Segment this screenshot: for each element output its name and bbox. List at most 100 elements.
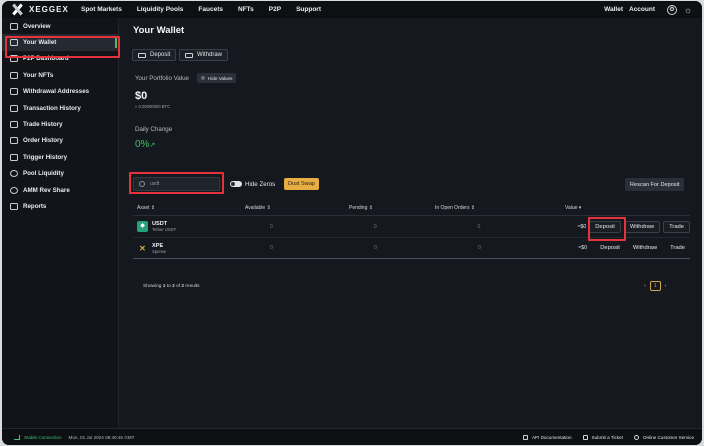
wallet-icon bbox=[10, 39, 18, 47]
sidebar-item-label: AMM Rev Share bbox=[23, 186, 70, 194]
sidebar-item-trigger-history[interactable]: Trigger History bbox=[2, 149, 118, 165]
nav-account[interactable]: Account bbox=[629, 6, 655, 13]
header-pending[interactable]: Pending ⇕ bbox=[349, 205, 373, 211]
sidebar-item-withdrawal-addresses[interactable]: Withdrawal Addresses bbox=[2, 84, 118, 100]
xeggex-logo-icon bbox=[11, 4, 24, 15]
pending-cell: 0 bbox=[374, 245, 377, 251]
next-page-icon[interactable]: › bbox=[665, 283, 667, 289]
sidebar-item-amm-rev-share[interactable]: AMM Rev Share bbox=[2, 182, 118, 198]
customer-service-label: Online Customer Service bbox=[642, 434, 694, 440]
address-book-icon bbox=[10, 88, 18, 96]
customer-service-link[interactable]: Online Customer Service bbox=[633, 434, 694, 440]
sidebar-item-label: Overview bbox=[23, 22, 51, 30]
deposit-icon bbox=[138, 52, 146, 58]
nav-wallet[interactable]: Wallet bbox=[604, 6, 623, 13]
portfolio-value-label: Your Portfolio Value bbox=[135, 75, 190, 82]
sidebar-item-order-history[interactable]: Order History bbox=[2, 133, 118, 149]
top-right-menu: Wallet Account ⚙ ☼ bbox=[604, 4, 693, 15]
nft-icon bbox=[10, 71, 18, 79]
nav-support[interactable]: Support bbox=[296, 6, 321, 13]
sidebar-item-your-nfts[interactable]: Your NFTs bbox=[2, 67, 118, 83]
settings-gear-icon[interactable]: ⚙ bbox=[667, 4, 677, 15]
row-trade-button[interactable]: Trade bbox=[663, 220, 690, 233]
theme-sun-icon[interactable]: ☼ bbox=[683, 5, 693, 15]
hide-values-label: Hide Values bbox=[208, 75, 233, 81]
row-deposit-button[interactable]: Deposit bbox=[595, 242, 625, 254]
code-icon bbox=[522, 434, 528, 440]
deposit-button[interactable]: Deposit bbox=[132, 49, 177, 61]
connection-label: Stable Connection bbox=[24, 434, 62, 440]
showing-prefix: Showing bbox=[143, 284, 163, 289]
asset-name: Xpense bbox=[152, 248, 167, 254]
hide-values-button[interactable]: ◎ Hide Values bbox=[197, 73, 237, 83]
sidebar-item-trade-history[interactable]: Trade History bbox=[2, 116, 118, 132]
sidebar-item-your-wallet[interactable]: Your Wallet bbox=[2, 34, 118, 51]
header-in-open-orders[interactable]: In Open Orders ⇕ bbox=[435, 205, 475, 211]
pool-icon bbox=[10, 170, 18, 178]
sidebar-item-label: Order History bbox=[23, 137, 63, 145]
hide-zeros-toggle[interactable] bbox=[230, 181, 242, 187]
sidebar-item-reports[interactable]: Reports bbox=[2, 198, 118, 214]
sidebar-item-label: Reports bbox=[23, 202, 47, 210]
daily-change-label: Daily Change bbox=[135, 126, 173, 133]
sidebar: Overview Your Wallet P2P Dashboard Your … bbox=[2, 18, 119, 428]
pending-cell: 0 bbox=[373, 223, 377, 230]
asset-search-field[interactable] bbox=[133, 177, 220, 191]
nav-p2p[interactable]: P2P bbox=[269, 6, 281, 13]
showing-results-word: results bbox=[184, 284, 200, 289]
api-docs-label: API Documentation bbox=[531, 434, 572, 440]
asset-cell: ◆ USDT Tether USDT bbox=[133, 221, 245, 232]
p2p-icon bbox=[10, 55, 18, 63]
daily-change-value: 0%↗ bbox=[135, 139, 155, 150]
signal-icon bbox=[14, 434, 20, 440]
header-available[interactable]: Available ⇕ bbox=[245, 205, 271, 211]
api-documentation-link[interactable]: API Documentation bbox=[522, 434, 572, 440]
sidebar-item-pool-liquidity[interactable]: Pool Liquidity bbox=[2, 166, 118, 182]
current-page-button[interactable]: 1 bbox=[649, 281, 661, 291]
sidebar-item-label: Withdrawal Addresses bbox=[23, 88, 90, 96]
nav-liquidity-pools[interactable]: Liquidity Pools bbox=[137, 6, 184, 13]
usdt-coin-icon: ◆ bbox=[137, 221, 148, 232]
sidebar-item-label: P2P Dashboard bbox=[23, 55, 69, 63]
header-value[interactable]: Value ▾ bbox=[565, 205, 581, 211]
nav-faucets[interactable]: Faucets bbox=[198, 6, 223, 13]
available-cell: 0 bbox=[269, 223, 273, 230]
prev-page-icon[interactable]: ‹ bbox=[644, 283, 646, 289]
sidebar-item-label: Pool Liquidity bbox=[23, 170, 64, 178]
rescan-for-deposit-button[interactable]: Rescan For Deposit bbox=[625, 178, 685, 191]
available-cell: 0 bbox=[270, 245, 273, 251]
sidebar-item-transaction-history[interactable]: Transaction History bbox=[2, 100, 118, 116]
row-deposit-button[interactable]: Deposit bbox=[589, 220, 621, 233]
main-content: Your Wallet Deposit Withdraw Your Portfo… bbox=[120, 18, 702, 428]
withdraw-icon bbox=[185, 52, 193, 58]
ticket-icon bbox=[582, 434, 588, 440]
dust-swap-button[interactable]: Dust Swap bbox=[284, 178, 320, 190]
trend-up-icon: ↗ bbox=[149, 142, 156, 149]
submit-ticket-label: Submit a Ticket bbox=[591, 434, 623, 440]
xpe-coin-icon: ✕ bbox=[139, 243, 146, 253]
asset-name: Tether USDT bbox=[152, 227, 177, 232]
submit-ticket-link[interactable]: Submit a Ticket bbox=[582, 434, 623, 440]
status-links: API Documentation Submit a Ticket Online… bbox=[512, 434, 694, 440]
open-orders-cell: 0 bbox=[478, 245, 481, 251]
nav-spot-markets[interactable]: Spot Markets bbox=[81, 6, 122, 13]
row-trade-button[interactable]: Trade bbox=[665, 242, 690, 254]
value-cell: ≈$0 bbox=[578, 245, 587, 251]
row-withdraw-button[interactable]: Withdraw bbox=[628, 242, 662, 254]
portfolio-balance-btc: ≈ 0.00000000 BTC bbox=[135, 104, 171, 109]
search-input[interactable] bbox=[150, 181, 210, 187]
history-icon bbox=[10, 104, 18, 112]
nav-nfts[interactable]: NFTs bbox=[238, 6, 254, 13]
report-icon bbox=[10, 202, 18, 210]
app-window: XEGGEX Spot Markets Liquidity Pools Fauc… bbox=[2, 1, 702, 445]
sidebar-item-p2p-dashboard[interactable]: P2P Dashboard bbox=[2, 51, 118, 67]
withdraw-button[interactable]: Withdraw bbox=[179, 49, 229, 61]
row-withdraw-button[interactable]: Withdraw bbox=[623, 220, 661, 233]
withdraw-label: Withdraw bbox=[197, 52, 223, 58]
daily-change-percent: 0% bbox=[135, 139, 150, 150]
asset-cell: ✕ XPE Xpense bbox=[133, 243, 245, 254]
table-row: ◆ USDT Tether USDT 0 0 0 ≈$0 Deposit Wit… bbox=[133, 216, 690, 238]
header-asset[interactable]: Asset ⇕ bbox=[137, 205, 155, 211]
sidebar-item-overview[interactable]: Overview bbox=[2, 18, 118, 34]
logo[interactable]: XEGGEX bbox=[11, 4, 81, 15]
